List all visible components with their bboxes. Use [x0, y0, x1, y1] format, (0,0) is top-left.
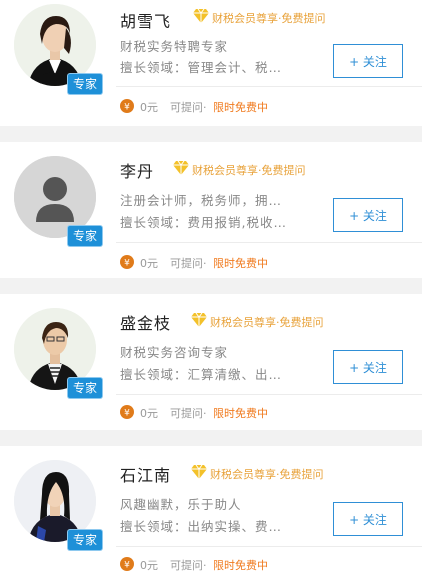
expert-title: 注册会计师，税务师，拥… — [120, 193, 283, 208]
vip-benefit-text: 财税会员尊享·免费提问 — [210, 468, 324, 481]
price: 0元 — [140, 101, 158, 114]
free-limited-label: 限时免费中 — [213, 257, 268, 270]
divider — [116, 86, 422, 87]
expert-specialty: 擅长领域：费用报销,税收… — [120, 215, 287, 230]
svg-text:¥: ¥ — [124, 561, 130, 571]
expert-specialty: 擅长领域：出纳实操、费… — [120, 519, 283, 534]
coin-icon: ¥ — [120, 99, 134, 113]
follow-button[interactable]: + 关注 — [333, 350, 403, 384]
price: 0元 — [140, 559, 158, 572]
expert-list: 专家 胡雪飞 财税会员尊享·免费提问 财税实务特聘专家 擅长领域：管理会计、税…… — [0, 0, 422, 581]
expert-name[interactable]: 胡雪飞 — [120, 8, 171, 32]
divider — [116, 394, 422, 395]
expert-card[interactable]: 专家 胡雪飞 财税会员尊享·免费提问 财税实务特聘专家 擅长领域：管理会计、税…… — [0, 0, 422, 126]
follow-button[interactable]: + 关注 — [333, 44, 403, 78]
expert-badge: 专家 — [68, 530, 102, 550]
diamond-icon — [191, 312, 207, 327]
expert-title: 风趣幽默，乐于助人 — [120, 497, 242, 512]
expert-specialty: 擅长领域：管理会计、税… — [120, 60, 283, 75]
diamond-icon — [173, 160, 189, 175]
coin-icon: ¥ — [120, 255, 134, 269]
askable-label: 可提问· — [170, 559, 207, 572]
askable-label: 可提问· — [170, 101, 207, 114]
free-limited-label: 限时免费中 — [213, 407, 268, 420]
diamond-icon — [193, 8, 209, 23]
expert-title: 财税实务特聘专家 — [120, 39, 229, 54]
vip-benefit-text: 财税会员尊享·免费提问 — [210, 316, 324, 329]
avatar-wrap[interactable]: 专家 — [14, 156, 102, 248]
expert-badge: 专家 — [68, 226, 102, 246]
askable-label: 可提问· — [170, 257, 207, 270]
svg-text:¥: ¥ — [124, 409, 130, 419]
price: 0元 — [140, 407, 158, 420]
expert-specialty: 擅长领域：汇算清缴、出… — [120, 367, 283, 382]
expert-name[interactable]: 盛金枝 — [120, 310, 171, 334]
free-limited-label: 限时免费中 — [213, 101, 268, 114]
expert-name[interactable]: 石江南 — [120, 462, 171, 486]
expert-badge: 专家 — [68, 378, 102, 398]
coin-icon: ¥ — [120, 405, 134, 419]
expert-card[interactable]: 专家 盛金枝 财税会员尊享·免费提问 财税实务咨询专家 擅长领域：汇算清缴、出…… — [0, 294, 422, 430]
expert-badge: 专家 — [68, 74, 102, 94]
free-limited-label: 限时免费中 — [213, 559, 268, 572]
avatar-wrap[interactable]: 专家 — [14, 308, 102, 400]
askable-label: 可提问· — [170, 407, 207, 420]
avatar-wrap[interactable]: 专家 — [14, 460, 102, 552]
expert-card[interactable]: 专家 石江南 财税会员尊享·免费提问 风趣幽默，乐于助人 擅长领域：出纳实操、费… — [0, 446, 422, 581]
follow-button[interactable]: + 关注 — [333, 502, 403, 536]
divider — [116, 242, 422, 243]
expert-title: 财税实务咨询专家 — [120, 345, 229, 360]
avatar-wrap[interactable]: 专家 — [14, 4, 102, 96]
svg-text:¥: ¥ — [124, 103, 130, 113]
svg-text:¥: ¥ — [124, 259, 130, 269]
coin-icon: ¥ — [120, 557, 134, 571]
vip-benefit-text: 财税会员尊享·免费提问 — [192, 164, 306, 177]
price: 0元 — [140, 257, 158, 270]
expert-card[interactable]: 专家 李丹 财税会员尊享·免费提问 注册会计师，税务师，拥… 擅长领域：费用报销… — [0, 142, 422, 278]
divider — [116, 546, 422, 547]
diamond-icon — [191, 464, 207, 479]
follow-button[interactable]: + 关注 — [333, 198, 403, 232]
vip-benefit-text: 财税会员尊享·免费提问 — [212, 12, 326, 25]
expert-name[interactable]: 李丹 — [120, 158, 154, 182]
